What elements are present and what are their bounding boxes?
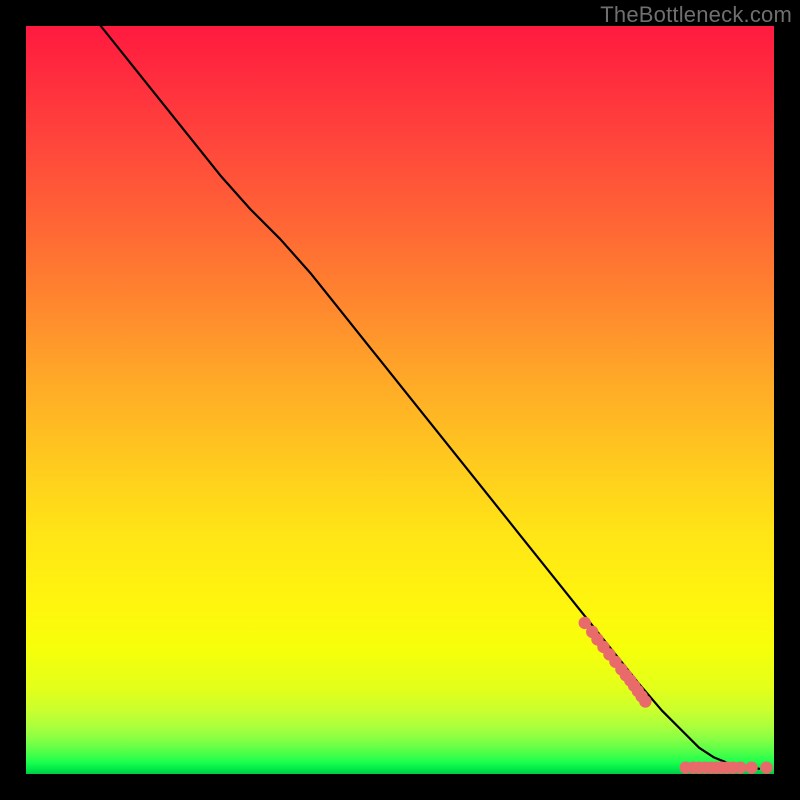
- watermark-text: TheBottleneck.com: [600, 2, 792, 28]
- data-marker: [639, 695, 651, 707]
- data-marker: [745, 761, 757, 773]
- data-marker: [734, 761, 746, 773]
- chart-overlay-svg: [26, 26, 774, 774]
- data-markers: [579, 617, 773, 774]
- data-marker: [760, 761, 772, 773]
- bottleneck-curve: [101, 26, 759, 769]
- chart-frame: TheBottleneck.com: [0, 0, 800, 800]
